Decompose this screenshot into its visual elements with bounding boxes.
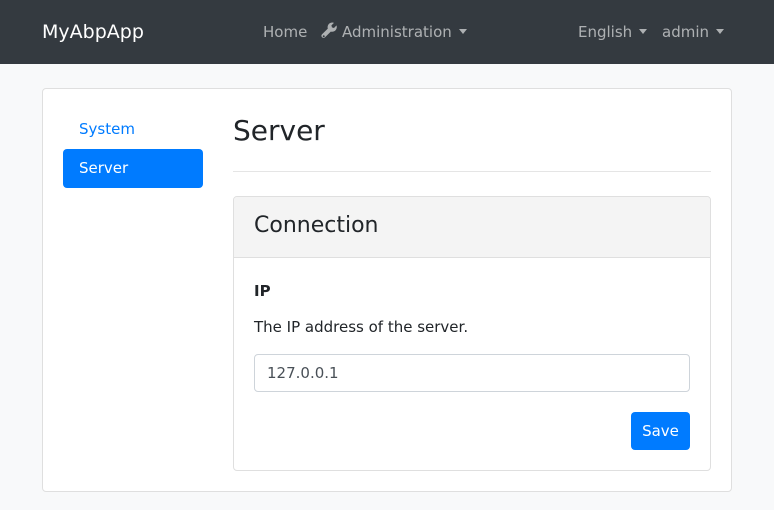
nav-home-link[interactable]: Home [263, 22, 307, 42]
wrench-icon [321, 22, 338, 44]
sidebar-item-server[interactable]: Server [63, 149, 203, 188]
caret-down-icon [716, 29, 724, 34]
ip-field-label: IP [254, 282, 271, 300]
title-divider [233, 171, 711, 172]
brand-link[interactable]: MyAbpApp [42, 20, 144, 44]
nav-administration-dropdown[interactable]: Administration [321, 22, 467, 44]
save-button[interactable]: Save [631, 412, 690, 450]
ip-input[interactable] [254, 354, 690, 392]
page-title: Server [233, 114, 325, 147]
caret-down-icon [639, 29, 648, 34]
ip-field-description: The IP address of the server. [254, 318, 469, 336]
connection-group: Connection IP The IP address of the serv… [233, 196, 711, 471]
language-dropdown[interactable]: English [578, 22, 648, 42]
caret-down-icon [458, 29, 467, 34]
user-menu-dropdown[interactable]: admin [662, 22, 724, 42]
nav-administration-label: Administration [342, 23, 452, 41]
language-label: English [578, 23, 633, 41]
user-label: admin [662, 23, 709, 41]
nav-home-label: Home [263, 23, 308, 41]
sidebar-item-system[interactable]: System [63, 110, 203, 149]
settings-card: System Server Server Connection IP The I… [42, 88, 732, 492]
group-title: Connection [254, 213, 379, 238]
top-navbar: MyAbpApp Home Administration English adm… [0, 0, 774, 64]
